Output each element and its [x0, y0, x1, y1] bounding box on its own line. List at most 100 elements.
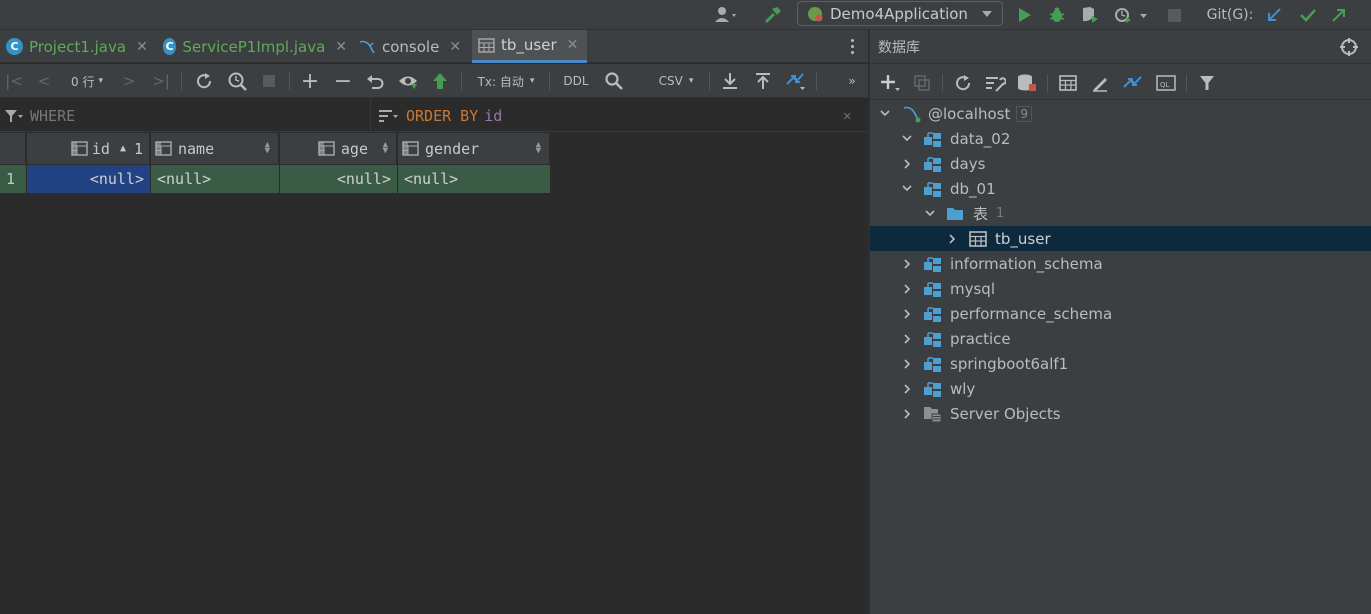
user-account-button[interactable]: [706, 0, 746, 30]
chevron-down-icon[interactable]: [902, 184, 912, 194]
arrow-up-icon: [433, 73, 447, 89]
git-commit-button[interactable]: [1296, 0, 1320, 30]
chevron-right-icon[interactable]: [902, 408, 912, 419]
crosshair-icon: [1340, 38, 1358, 56]
tree-item-schema[interactable]: practice: [870, 326, 1371, 351]
chevron-right-icon[interactable]: [902, 308, 912, 319]
data-editor-pane: C Project1.java ✕ C ServiceP1Impl.java ✕…: [0, 30, 868, 614]
profile-run-button[interactable]: [1110, 0, 1154, 30]
last-page-button[interactable]: >|: [150, 64, 172, 98]
refresh-button[interactable]: [951, 65, 975, 100]
tab-console[interactable]: console ✕: [352, 30, 467, 63]
first-page-button[interactable]: |<: [3, 64, 25, 98]
history-button[interactable]: [225, 64, 249, 98]
column-header-id[interactable]: id ▲ 1: [27, 133, 150, 164]
build-button[interactable]: [760, 0, 786, 30]
sort-toggle-icon[interactable]: ▲ ▼: [536, 141, 541, 156]
plus-icon: +: [300, 68, 320, 94]
ddl-button[interactable]: DDL: [558, 64, 594, 98]
table-cell-age[interactable]: <null>: [280, 165, 397, 193]
column-header-gender[interactable]: gender ▲ ▼: [398, 133, 550, 164]
export-format-select[interactable]: CSV ▾: [652, 64, 700, 98]
column-header-name[interactable]: name ▲ ▼: [151, 133, 279, 164]
refresh-button[interactable]: [192, 64, 216, 98]
more-tabs-button[interactable]: [846, 38, 858, 56]
chevron-right-icon[interactable]: [902, 383, 912, 394]
query-console-button[interactable]: QL: [1154, 65, 1178, 100]
transaction-mode-select[interactable]: Tx: 自动 ▾: [470, 64, 542, 98]
stop-query-button[interactable]: [258, 64, 280, 98]
tab-serviceP1impl-java[interactable]: C ServiceP1Impl.java ✕: [157, 30, 347, 63]
tree-item-schema[interactable]: mysql: [870, 276, 1371, 301]
tree-item-schema[interactable]: data_02: [870, 126, 1371, 151]
revert-button[interactable]: [364, 64, 386, 98]
chevron-down-icon[interactable]: [880, 109, 890, 119]
table-editor-button[interactable]: [1056, 65, 1080, 100]
next-page-button[interactable]: >: [118, 64, 140, 98]
vertical-dots-icon: [850, 39, 854, 42]
chevron-right-icon[interactable]: [902, 283, 912, 294]
panel-options-button[interactable]: [1340, 38, 1358, 60]
tree-item-schema[interactable]: springboot6alf1: [870, 351, 1371, 376]
chevron-down-icon[interactable]: [925, 209, 935, 219]
table-cell-name[interactable]: <null>: [151, 165, 279, 193]
tree-item-table[interactable]: tb_user: [870, 226, 1371, 251]
tree-item-schema[interactable]: db_01: [870, 176, 1371, 201]
run-configuration-select[interactable]: Demo4Application: [797, 1, 1003, 26]
add-datasource-button[interactable]: [878, 65, 904, 100]
add-row-button[interactable]: +: [299, 64, 321, 98]
import-button[interactable]: [752, 64, 774, 98]
clear-filter-button[interactable]: ✕: [843, 99, 851, 132]
debug-button[interactable]: [1044, 0, 1070, 30]
schema-icon: [924, 281, 941, 297]
tree-item-connection[interactable]: @localhost 9: [870, 101, 1371, 126]
tree-item-server-objects[interactable]: Server Objects: [870, 401, 1371, 426]
git-update-button[interactable]: [1262, 0, 1286, 30]
submit-button[interactable]: [428, 64, 452, 98]
row-number[interactable]: 1: [0, 165, 26, 193]
git-push-button[interactable]: [1327, 0, 1351, 30]
where-filter-input[interactable]: WHERE: [4, 99, 364, 132]
sort-toggle-icon[interactable]: ▲ ▼: [383, 141, 388, 156]
previous-page-button[interactable]: <: [33, 64, 55, 98]
coverage-button[interactable]: [1077, 0, 1103, 30]
close-icon[interactable]: ✕: [567, 37, 579, 53]
chevron-right-icon[interactable]: [902, 258, 912, 269]
close-icon[interactable]: ✕: [335, 39, 347, 55]
tree-item-schema[interactable]: information_schema: [870, 251, 1371, 276]
delete-row-button[interactable]: −: [332, 64, 354, 98]
stop-button[interactable]: [1163, 0, 1185, 30]
close-icon[interactable]: ✕: [136, 39, 148, 55]
datasource-properties-button[interactable]: [982, 65, 1008, 100]
compare-button[interactable]: [783, 64, 809, 98]
export-button[interactable]: [719, 64, 741, 98]
close-icon[interactable]: ✕: [449, 39, 461, 55]
chevron-right-icon[interactable]: [902, 158, 912, 169]
mysql-icon: [359, 40, 375, 53]
duplicate-button[interactable]: [910, 65, 934, 100]
chevron-right-icon[interactable]: [902, 358, 912, 369]
tab-project1-java[interactable]: C Project1.java ✕: [0, 30, 152, 63]
column-header-age[interactable]: age ▲ ▼: [280, 133, 397, 164]
chevron-down-icon[interactable]: [902, 134, 912, 144]
edit-button[interactable]: [1088, 65, 1112, 100]
tree-item-schema[interactable]: wly: [870, 376, 1371, 401]
table-cell-id[interactable]: <null>: [27, 165, 150, 193]
disconnect-button[interactable]: [1015, 65, 1039, 100]
tree-item-folder[interactable]: 表 1: [870, 201, 1371, 226]
row-count-select[interactable]: 0 行 ▾: [62, 64, 112, 98]
tree-item-schema[interactable]: days: [870, 151, 1371, 176]
tab-tb-user[interactable]: tb_user ✕: [472, 30, 587, 63]
order-by-input[interactable]: ORDER BY id: [378, 99, 828, 132]
run-button[interactable]: [1013, 0, 1037, 30]
compare-button[interactable]: [1121, 65, 1145, 100]
more-actions-button[interactable]: »: [842, 64, 862, 98]
chevron-right-icon[interactable]: [947, 233, 957, 244]
tree-item-schema[interactable]: performance_schema: [870, 301, 1371, 326]
search-button[interactable]: [603, 64, 625, 98]
sort-toggle-icon[interactable]: ▲ ▼: [265, 141, 270, 156]
table-cell-gender[interactable]: <null>: [398, 165, 550, 193]
chevron-right-icon[interactable]: [902, 333, 912, 344]
preview-changes-button[interactable]: [396, 64, 420, 98]
filter-button[interactable]: [1195, 65, 1219, 100]
